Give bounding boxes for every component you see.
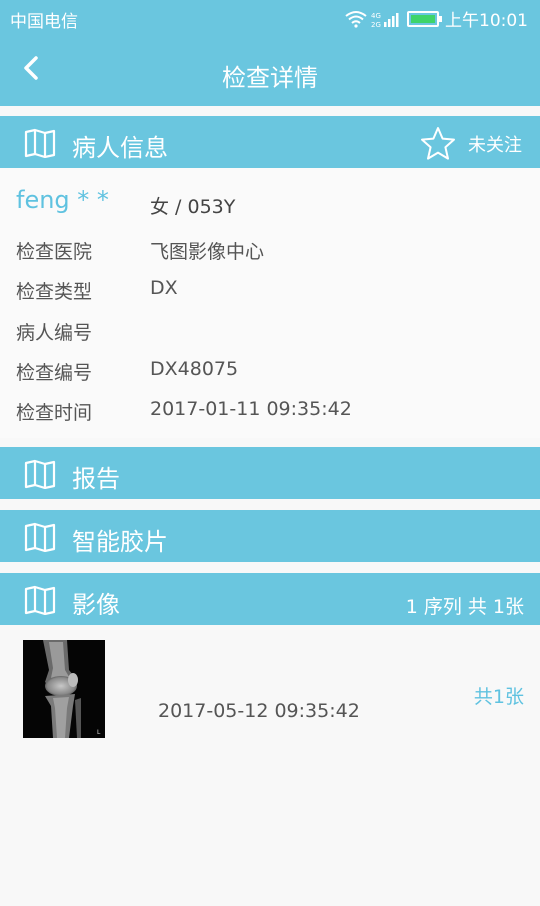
exam-number-value: DX48075	[150, 358, 239, 380]
svg-text:2G: 2G	[371, 21, 381, 28]
image-section-header: 影像 1 序列 共 1张	[0, 573, 540, 625]
book-icon	[24, 128, 56, 158]
section-title-patient: 病人信息	[72, 134, 168, 162]
patient-id-label: 病人编号	[16, 322, 93, 344]
status-icons: 4G 2G 上午10:01	[345, 6, 528, 31]
hospital-value: 飞图影像中心	[150, 241, 265, 263]
signal-icon: 4G 2G	[371, 12, 399, 28]
wifi-icon	[345, 10, 367, 28]
patient-name: feng * *	[16, 186, 109, 214]
section-title-image: 影像	[72, 591, 120, 619]
book-icon	[24, 522, 56, 552]
carrier-label: 中国电信	[10, 12, 78, 32]
image-date: 2017-05-12 09:35:42	[158, 700, 360, 722]
image-list: L 2017-05-12 09:35:42 共1张	[0, 625, 540, 906]
svg-text:4G: 4G	[371, 12, 381, 20]
exam-time-label: 检查时间	[16, 402, 93, 424]
report-section[interactable]: 报告	[0, 447, 540, 499]
status-bar: 中国电信 4G 2G 上午10:01	[0, 0, 540, 36]
header: 中国电信 4G 2G 上午10:01 检查详情	[0, 0, 540, 106]
page-title: 检查详情	[222, 64, 318, 92]
exam-type-value: DX	[150, 277, 178, 299]
section-title-film: 智能胶片	[72, 528, 168, 556]
patient-info-panel: feng * * 女 / 053Y 检查医院 飞图影像中心 检查类型 DX 病人…	[0, 168, 540, 438]
patient-info-header: 病人信息 未关注	[0, 116, 540, 168]
follow-label: 未关注	[468, 135, 522, 156]
exam-number-label: 检查编号	[16, 362, 93, 384]
patient-gender-age: 女 / 053Y	[150, 196, 236, 218]
battery-icon	[407, 10, 442, 27]
follow-button[interactable]: 未关注	[420, 126, 522, 162]
series-count: 1 序列 共 1张	[405, 596, 524, 618]
hospital-label: 检查医院	[16, 241, 93, 263]
knee-xray-thumbnail[interactable]: L	[23, 640, 105, 738]
clock: 上午10:01	[445, 11, 528, 31]
section-title-report: 报告	[72, 465, 120, 493]
image-count: 共1张	[473, 686, 524, 708]
exam-type-label: 检查类型	[16, 281, 93, 303]
exam-time-value: 2017-01-11 09:35:42	[150, 398, 352, 420]
navbar: 检查详情	[0, 36, 540, 106]
star-outline-icon	[421, 127, 455, 160]
book-icon	[24, 459, 56, 489]
book-icon	[24, 585, 56, 615]
smart-film-section[interactable]: 智能胶片	[0, 510, 540, 562]
